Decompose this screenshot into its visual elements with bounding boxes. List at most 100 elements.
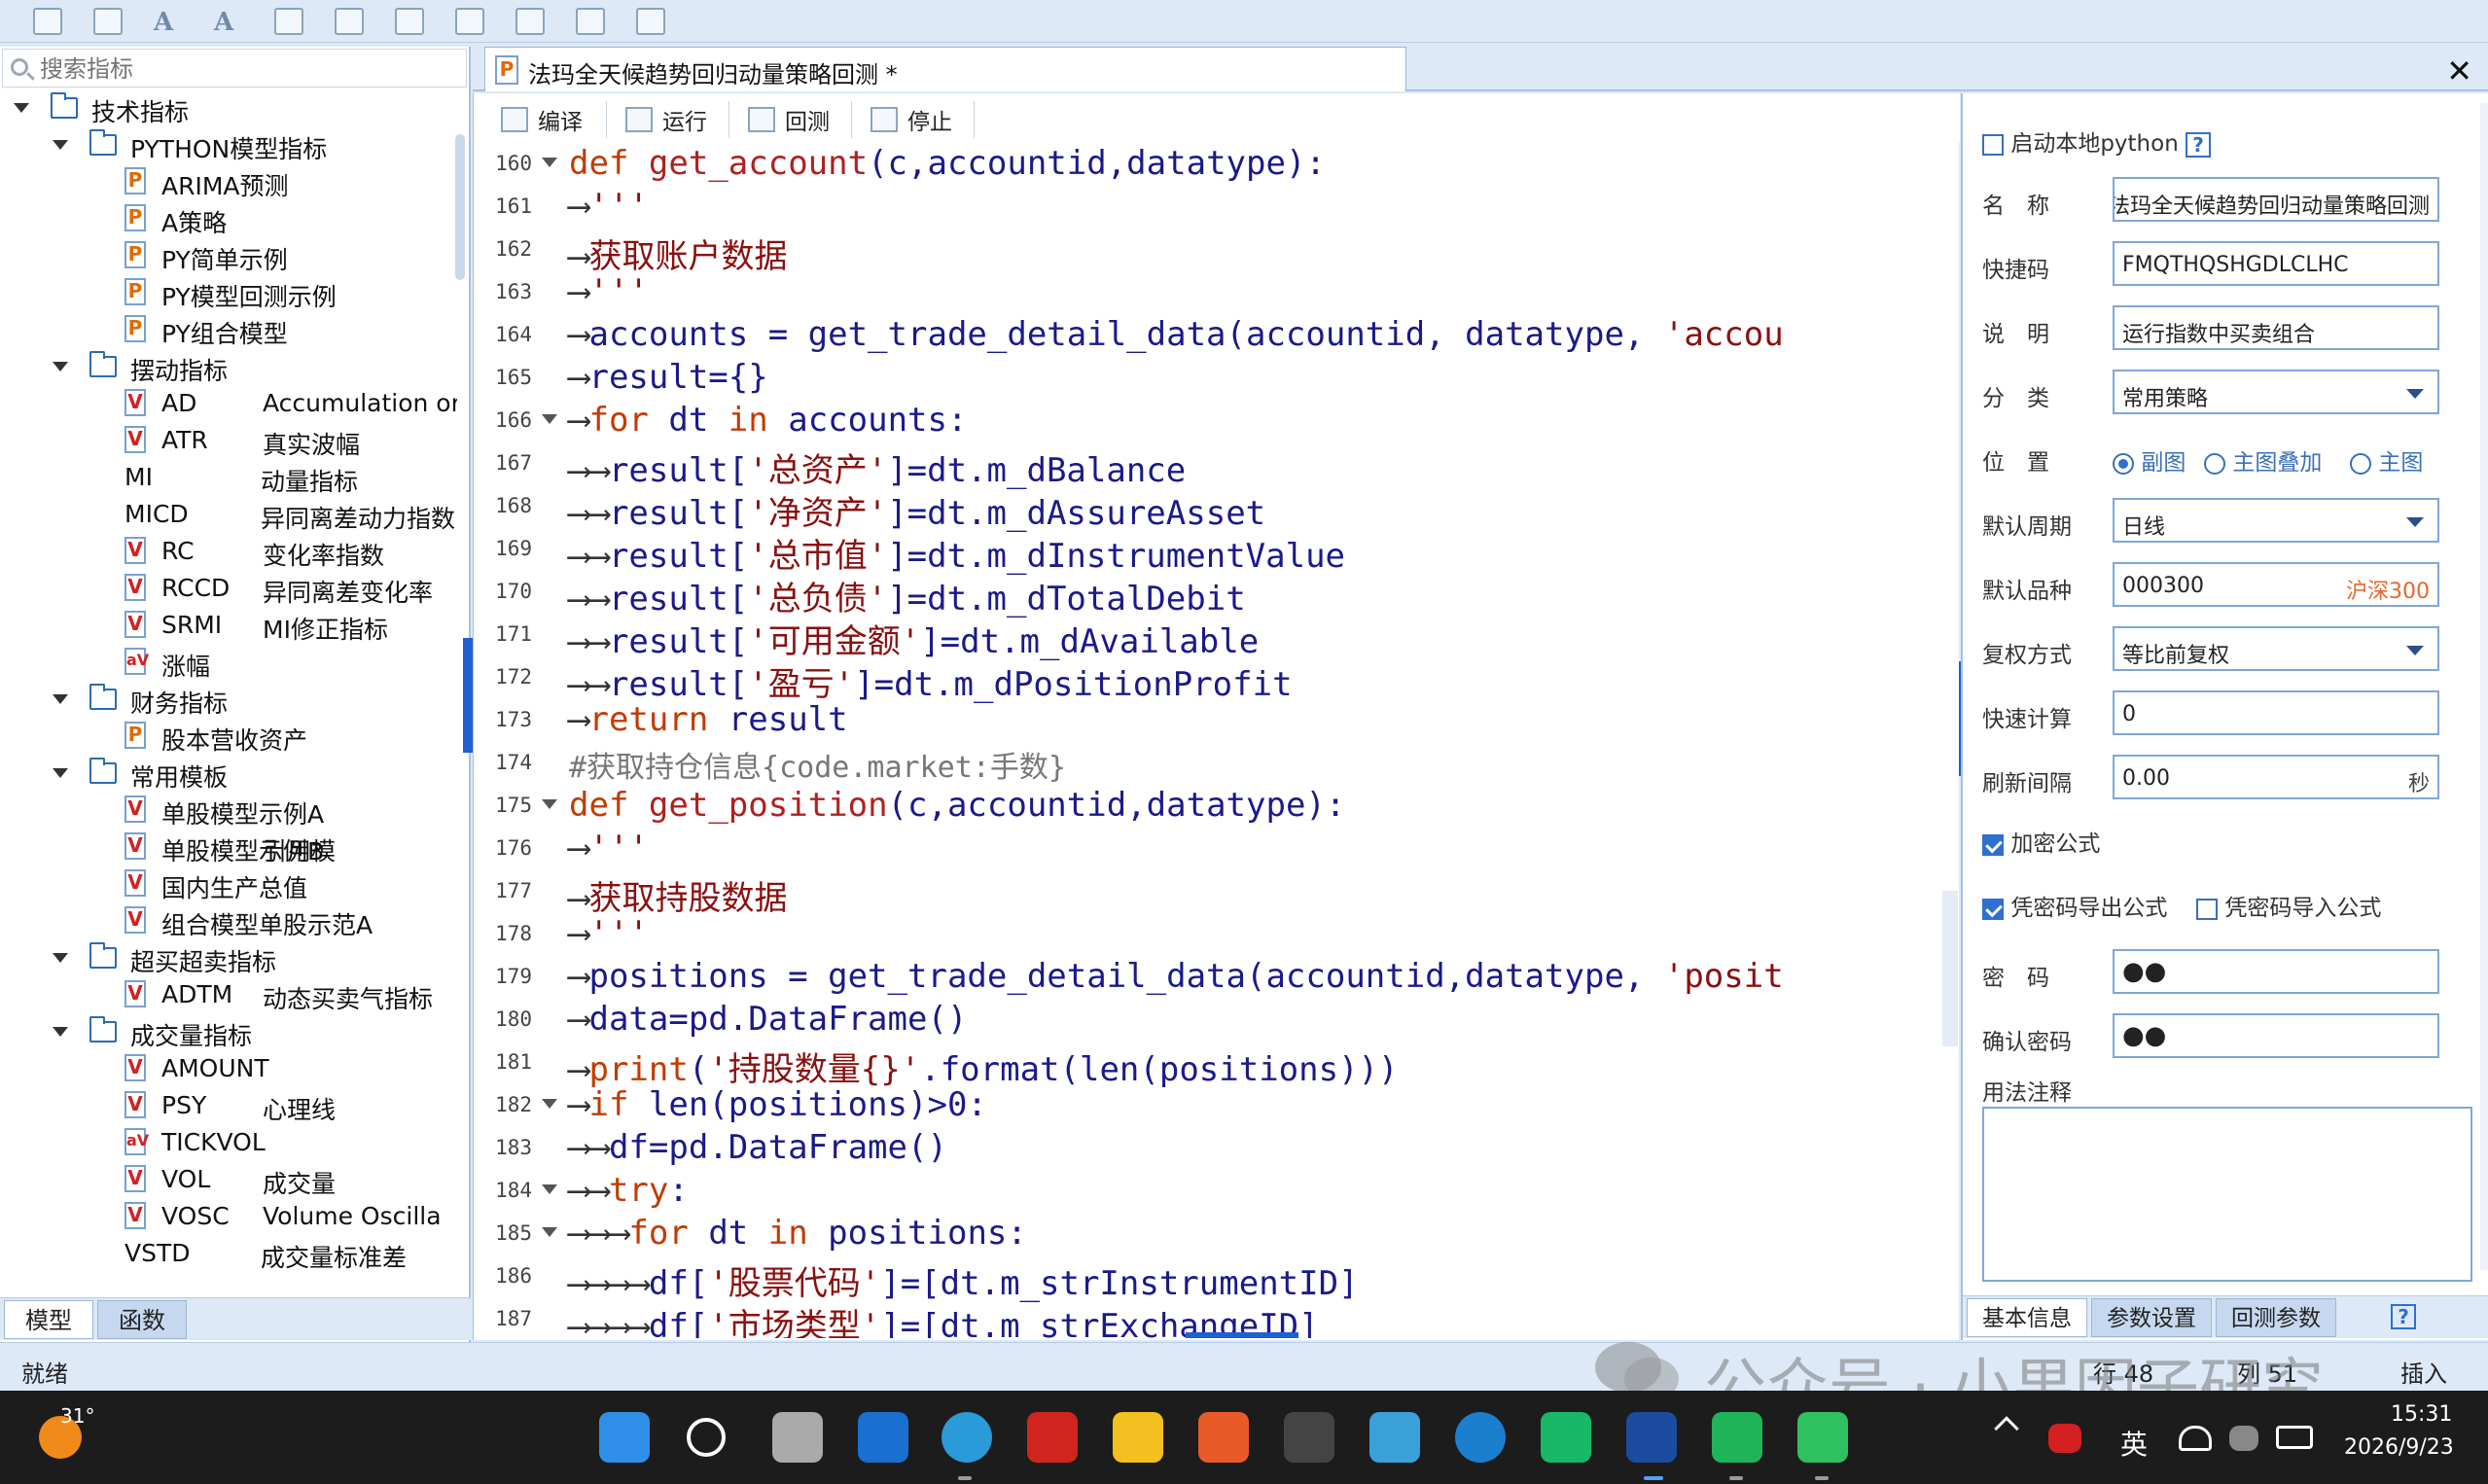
code-line[interactable]: 170 ⟶⟶result['总负债']=dt.m_dTotalDebit xyxy=(474,570,1960,618)
volume-icon[interactable] xyxy=(2229,1426,2258,1451)
options-icon[interactable] xyxy=(636,8,665,35)
stop-button[interactable]: 停止 xyxy=(871,103,952,136)
tab-param-settings[interactable]: 参数设置 xyxy=(2091,1298,2212,1337)
search-box[interactable] xyxy=(2,49,467,88)
code-line[interactable]: 186 ⟶⟶⟶⟶df['股票代码']=[dt.m_strInstrumentID] xyxy=(474,1254,1960,1303)
radio-main-overlay[interactable]: 主图叠加 xyxy=(2204,443,2322,477)
find-icon[interactable] xyxy=(395,8,424,35)
tree-folder[interactable]: 摆动指标 xyxy=(0,350,457,385)
props-scrollbar[interactable] xyxy=(2480,103,2488,1270)
tab-model[interactable]: 模型 xyxy=(4,1300,93,1339)
code-line[interactable]: 172 ⟶⟶result['盈亏']=dt.m_dPositionProfit xyxy=(474,655,1960,704)
ime-indicator[interactable]: 英 xyxy=(2120,1424,2148,1463)
clock-date[interactable]: 2026/9/23 xyxy=(2344,1435,2454,1460)
code-line[interactable]: 177 ⟶获取持股数据 xyxy=(474,869,1960,918)
tree-scrollbar[interactable] xyxy=(455,134,465,280)
tree-item[interactable]: P 股本营收资产 xyxy=(0,720,457,755)
tray-app-icon[interactable] xyxy=(2048,1424,2081,1453)
tree-item[interactable]: V PSY 心理线 xyxy=(0,1089,457,1124)
code-line[interactable]: 181 ⟶print('持股数量{}'.format(len(positions)… xyxy=(474,1041,1960,1089)
code-line[interactable]: 174 #获取持仓信息{code.market:手数} xyxy=(474,741,1960,785)
export-icon[interactable] xyxy=(515,8,545,35)
edge-icon[interactable] xyxy=(942,1412,992,1463)
chevron-down-icon[interactable] xyxy=(53,140,68,150)
tab-basic-info[interactable]: 基本信息 xyxy=(1967,1298,2087,1337)
search-icon[interactable] xyxy=(687,1418,726,1457)
redo-icon[interactable] xyxy=(335,8,364,35)
code-line[interactable]: 184 ⟶⟶try: xyxy=(474,1169,1960,1212)
code-line[interactable]: 164 ⟶accounts = get_trade_detail_data(acc… xyxy=(474,313,1960,356)
code-line[interactable]: 163 ⟶''' xyxy=(474,270,1960,313)
fold-icon[interactable] xyxy=(542,414,557,424)
start-icon[interactable] xyxy=(599,1412,650,1463)
tree-item[interactable]: MI 动量指标 xyxy=(0,461,457,496)
save-all-icon[interactable] xyxy=(93,8,123,35)
tree-folder[interactable]: 成交量指标 xyxy=(0,1015,457,1050)
tree-item[interactable]: V AMOUNT xyxy=(0,1052,457,1085)
tree-item[interactable]: P ARIMA预测 xyxy=(0,165,457,200)
code-line[interactable]: 176 ⟶''' xyxy=(474,827,1960,869)
tree-item[interactable]: VSTD 成交量标准差 xyxy=(0,1237,457,1272)
folder-icon[interactable] xyxy=(1113,1412,1163,1463)
tree-folder[interactable]: 技术指标 xyxy=(0,91,457,126)
clock-time[interactable]: 15:31 xyxy=(2391,1402,2452,1427)
radio-sub-chart[interactable]: 副图 xyxy=(2113,443,2186,477)
symbol-field[interactable]: 000300 沪深300 xyxy=(2113,562,2439,607)
battery-icon[interactable] xyxy=(2276,1426,2313,1449)
wechat-icon[interactable] xyxy=(1797,1412,1848,1463)
tree-item[interactable]: P A策略 xyxy=(0,202,457,237)
task-view-icon[interactable] xyxy=(772,1412,823,1463)
code-area[interactable]: 160 def get_account(c,accountid,datatype)… xyxy=(474,142,1960,1338)
settings-icon[interactable] xyxy=(576,8,605,35)
message-icon[interactable] xyxy=(1712,1412,1762,1463)
tree-item[interactable]: V 国内生产总值 xyxy=(0,867,457,902)
tree-item[interactable]: V VOL 成交量 xyxy=(0,1163,457,1198)
quick-calc-field[interactable]: 0 xyxy=(2113,690,2439,735)
code-line[interactable]: 175 def get_position(c,accountid,datatype… xyxy=(474,784,1960,827)
name-field[interactable]: 法玛全天候趋势回归动量策略回测 xyxy=(2113,177,2439,222)
fold-icon[interactable] xyxy=(542,1227,557,1237)
tree-item[interactable]: aV 涨幅 xyxy=(0,646,457,681)
close-icon[interactable]: ✕ xyxy=(2446,53,2472,89)
tree-item[interactable]: V SRMI MI修正指标 xyxy=(0,609,457,644)
doc-tab[interactable]: P 法玛全天候趋势回归动量策略回测 * xyxy=(484,47,1406,91)
import-icon[interactable] xyxy=(455,8,484,35)
encrypt-checkbox[interactable]: 加密公式 xyxy=(1982,825,2100,858)
tree-item[interactable]: V 单股模型示例A xyxy=(0,794,457,829)
code-line[interactable]: 168 ⟶⟶result['净资产']=dt.m_dAssureAsset xyxy=(474,484,1960,533)
app-icon[interactable] xyxy=(1284,1412,1334,1463)
tab-backtest-params[interactable]: 回测参数 xyxy=(2216,1298,2336,1337)
password-field[interactable]: ●● xyxy=(2113,949,2439,994)
tree-item[interactable]: MICD 异同离差动力指数 xyxy=(0,498,457,533)
local-python-checkbox[interactable]: 启动本地python ? xyxy=(1982,124,2212,158)
tree-folder[interactable]: 常用模板 xyxy=(0,757,457,792)
code-line[interactable]: 182 ⟶if len(positions)>0: xyxy=(474,1083,1960,1126)
compile-button[interactable]: 编译 xyxy=(501,103,583,136)
tree-item[interactable]: V 单股模型示例B 引用模 xyxy=(0,830,457,866)
code-line[interactable]: 160 def get_account(c,accountid,datatype)… xyxy=(474,142,1960,185)
code-line[interactable]: 179 ⟶positions = get_trade_detail_data(ac… xyxy=(474,955,1960,998)
radio-main-chart[interactable]: 主图 xyxy=(2350,443,2423,477)
adjust-select[interactable]: 等比前复权 xyxy=(2113,626,2439,671)
shortcut-field[interactable]: FMQTHQSHGDLCLHC xyxy=(2113,241,2439,286)
tree-folder[interactable]: 财务指标 xyxy=(0,683,457,718)
font-larger-icon[interactable]: A xyxy=(214,8,243,37)
chevron-down-icon[interactable] xyxy=(53,953,68,963)
fold-icon[interactable] xyxy=(542,799,557,809)
tree-item[interactable]: V ADTM 动态买卖气指标 xyxy=(0,978,457,1013)
chat-icon[interactable] xyxy=(1541,1412,1591,1463)
refresh-field[interactable]: 0.00 秒 xyxy=(2113,755,2439,799)
desc-field[interactable]: 运行指数中买卖组合 xyxy=(2113,305,2439,350)
code-line[interactable]: 165 ⟶result={} xyxy=(474,356,1960,399)
help-icon[interactable]: ? xyxy=(2186,131,2212,158)
tree-folder[interactable]: 超买超卖指标 xyxy=(0,941,457,976)
chevron-down-icon[interactable] xyxy=(14,103,29,113)
tray-chevron-icon[interactable] xyxy=(1994,1416,2019,1441)
fold-icon[interactable] xyxy=(542,1099,557,1109)
editor-bottom-handle[interactable] xyxy=(1186,1332,1298,1338)
code-line[interactable]: 185 ⟶⟶⟶for dt in positions: xyxy=(474,1212,1960,1254)
code-line[interactable]: 171 ⟶⟶result['可用金额']=dt.m_dAvailable xyxy=(474,613,1960,661)
chevron-down-icon[interactable] xyxy=(53,694,68,704)
fold-icon[interactable] xyxy=(542,158,557,167)
help-icon[interactable]: ? xyxy=(2391,1304,2416,1329)
